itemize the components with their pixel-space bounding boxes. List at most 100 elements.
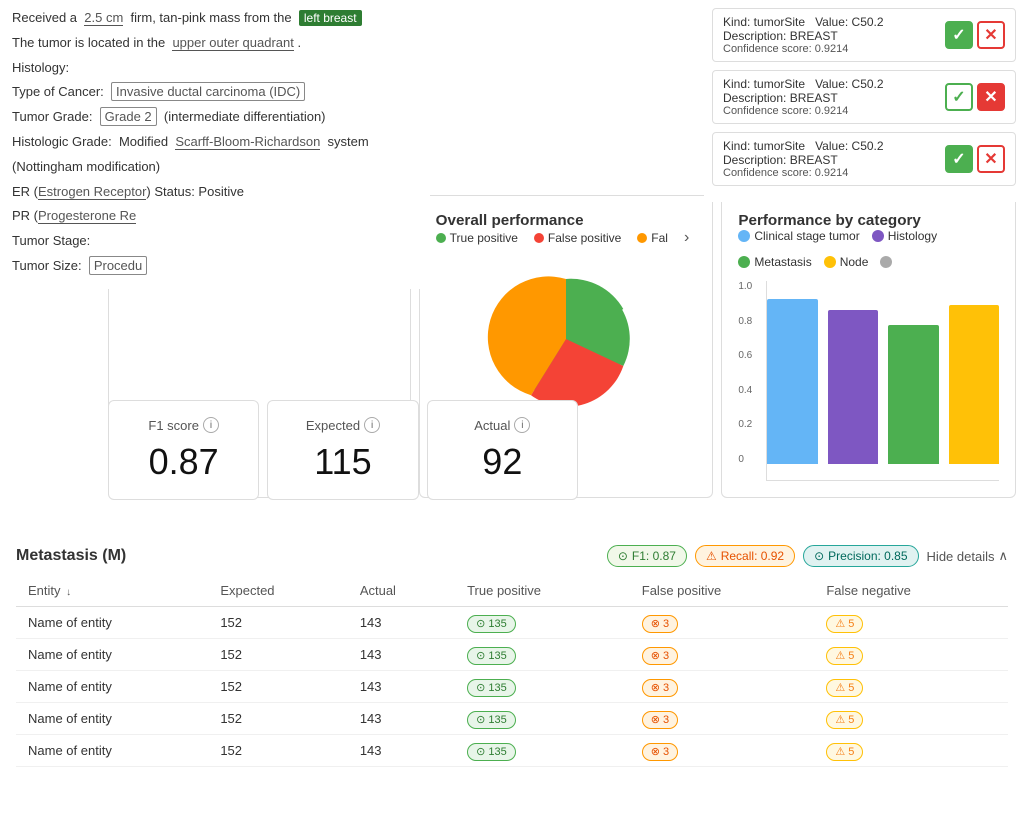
- cell-actual-0: 143: [348, 607, 455, 639]
- card-1-x-button[interactable]: ✕: [977, 21, 1005, 49]
- er-value: Estrogen Receptor: [38, 184, 146, 200]
- tp-dot: [436, 233, 446, 243]
- cell-actual-1: 143: [348, 639, 455, 671]
- line1-mid: firm, tan-pink mass from the: [131, 10, 292, 25]
- histology-dot: [872, 230, 884, 242]
- cell-entity-4: Name of entity: [16, 735, 208, 767]
- metastasis-dot: [738, 256, 750, 268]
- perf-legend: True positive False positive Fal ›: [436, 229, 697, 247]
- actual-info-icon[interactable]: i: [514, 417, 530, 433]
- nottingham: (Nottingham modification): [12, 159, 160, 174]
- histology-label: Histology:: [12, 60, 69, 75]
- table-row: Name of entity 152 143 ⊙ 135 ⊗ 3 ⚠ 5: [16, 703, 1008, 735]
- line2-suffix: .: [298, 35, 302, 50]
- pr-label: PR (: [12, 208, 38, 223]
- cell-fn-3: ⚠ 5: [814, 703, 1008, 735]
- sort-icon[interactable]: ↓: [66, 587, 71, 598]
- fn-badge-2: ⚠ 5: [826, 679, 863, 697]
- card-3-x-button[interactable]: ✕: [977, 145, 1005, 173]
- cell-entity-1: Name of entity: [16, 639, 208, 671]
- legend-extra: [880, 256, 892, 268]
- table-header-row: Entity ↓ Expected Actual True positive F…: [16, 575, 1008, 607]
- cell-tp-2: ⊙ 135: [455, 671, 630, 703]
- histologic-grade-label: Histologic Grade:: [12, 134, 112, 149]
- legend-false-negative: Fal: [637, 231, 668, 245]
- bar-metastasis: [888, 325, 938, 464]
- bar-col-histology: [828, 281, 878, 464]
- tp-badge-0: ⊙ 135: [467, 615, 516, 633]
- hide-details-button[interactable]: Hide details ∧: [927, 548, 1008, 564]
- cell-fp-3: ⊗ 3: [630, 703, 815, 735]
- entity-cards-panel: Kind: tumorSite Value: C50.2 Description…: [704, 0, 1024, 202]
- entity-card-2-actions: ✓ ✕: [945, 83, 1005, 111]
- table-row: Name of entity 152 143 ⊙ 135 ⊗ 3 ⚠ 5: [16, 735, 1008, 767]
- perf-by-category-title: Performance by category: [738, 212, 999, 229]
- tumor-grade-value: Grade 2: [100, 107, 157, 126]
- cell-expected-1: 152: [208, 639, 347, 671]
- card-2-check-button[interactable]: ✓: [945, 83, 973, 111]
- table-row: Name of entity 152 143 ⊙ 135 ⊗ 3 ⚠ 5: [16, 607, 1008, 639]
- card-2-x-button[interactable]: ✕: [977, 83, 1005, 111]
- entity-card-1-info: Kind: tumorSite Value: C50.2 Description…: [723, 15, 945, 43]
- tumor-stage-label: Tumor Stage:: [12, 233, 90, 248]
- expected-label: Expected i: [288, 417, 397, 433]
- entity-card-1: Kind: tumorSite Value: C50.2 Description…: [712, 8, 1016, 62]
- line1-prefix: Received a: [12, 10, 77, 25]
- cell-expected-3: 152: [208, 703, 347, 735]
- table-row: Name of entity 152 143 ⊙ 135 ⊗ 3 ⚠ 5: [16, 639, 1008, 671]
- cell-fp-2: ⊗ 3: [630, 671, 815, 703]
- col-entity: Entity ↓: [16, 575, 208, 607]
- bar-histology: [828, 310, 878, 464]
- legend-true-positive: True positive: [436, 231, 518, 245]
- cell-actual-3: 143: [348, 703, 455, 735]
- fn-badge-4: ⚠ 5: [826, 743, 863, 761]
- bar-clinical: [767, 299, 817, 464]
- bar-chart-wrapper: 1.0 0.8 0.6 0.4 0.2 0: [766, 281, 999, 481]
- tumor-size-value: Procedu: [89, 256, 147, 275]
- legend-false-positive: False positive: [534, 231, 621, 245]
- entity-card-2-info: Kind: tumorSite Value: C50.2 Description…: [723, 77, 945, 105]
- er-suffix: ) Status: Positive: [146, 184, 244, 199]
- category-legend: Clinical stage tumor Histology Metastasi…: [738, 229, 999, 269]
- entity-card-2: Kind: tumorSite Value: C50.2 Description…: [712, 70, 1016, 124]
- expected-info-icon[interactable]: i: [364, 417, 380, 433]
- cell-fp-0: ⊗ 3: [630, 607, 815, 639]
- cell-actual-4: 143: [348, 735, 455, 767]
- precision-badge: ⊙ Precision: 0.85: [803, 545, 918, 567]
- chevron-up-icon: ∧: [998, 548, 1008, 564]
- f1-info-icon[interactable]: i: [203, 417, 219, 433]
- line2-prefix: The tumor is located in the: [12, 35, 165, 50]
- entity-card-3: Kind: tumorSite Value: C50.2 Description…: [712, 132, 1016, 186]
- f1-badge-icon: ⊙: [618, 549, 628, 563]
- entity-card-2-text: Kind: tumorSite Value: C50.2 Description…: [723, 77, 945, 117]
- legend-histology: Histology: [872, 229, 937, 243]
- col-expected: Expected: [208, 575, 347, 607]
- legend-node: Node: [824, 255, 869, 269]
- f1-value: 0.87: [129, 441, 238, 483]
- card-1-check-button[interactable]: ✓: [945, 21, 973, 49]
- extra-dot: [880, 256, 892, 268]
- actual-card: Actual i 92: [427, 400, 578, 500]
- f1-label: F1 score i: [129, 417, 238, 433]
- fp-badge-0: ⊗ 3: [642, 615, 678, 633]
- metastasis-title: Metastasis (M): [16, 547, 126, 565]
- f1-score-card: F1 score i 0.87: [108, 400, 259, 500]
- cell-entity-3: Name of entity: [16, 703, 208, 735]
- histologic-grade-value: Modified: [119, 134, 168, 149]
- bar-col-clinical: [767, 281, 817, 464]
- tumor-grade-label: Tumor Grade:: [12, 109, 92, 124]
- cell-expected-4: 152: [208, 735, 347, 767]
- perf-by-category-card: Performance by category Clinical stage t…: [721, 195, 1016, 498]
- pie-chart-container: [436, 259, 697, 419]
- metric-badges: ⊙ F1: 0.87 ⚠ Recall: 0.92 ⊙ Precision: 0…: [607, 545, 1008, 567]
- card-3-check-button[interactable]: ✓: [945, 145, 973, 173]
- cell-entity-2: Name of entity: [16, 671, 208, 703]
- table-body: Name of entity 152 143 ⊙ 135 ⊗ 3 ⚠ 5 Nam…: [16, 607, 1008, 767]
- actual-value: 92: [448, 441, 557, 483]
- fn-dot: [637, 233, 647, 243]
- fn-badge-3: ⚠ 5: [826, 711, 863, 729]
- pie-segments: [488, 276, 630, 406]
- fp-badge-2: ⊗ 3: [642, 679, 678, 697]
- fp-badge-1: ⊗ 3: [642, 647, 678, 665]
- legend-next-icon[interactable]: ›: [684, 229, 689, 247]
